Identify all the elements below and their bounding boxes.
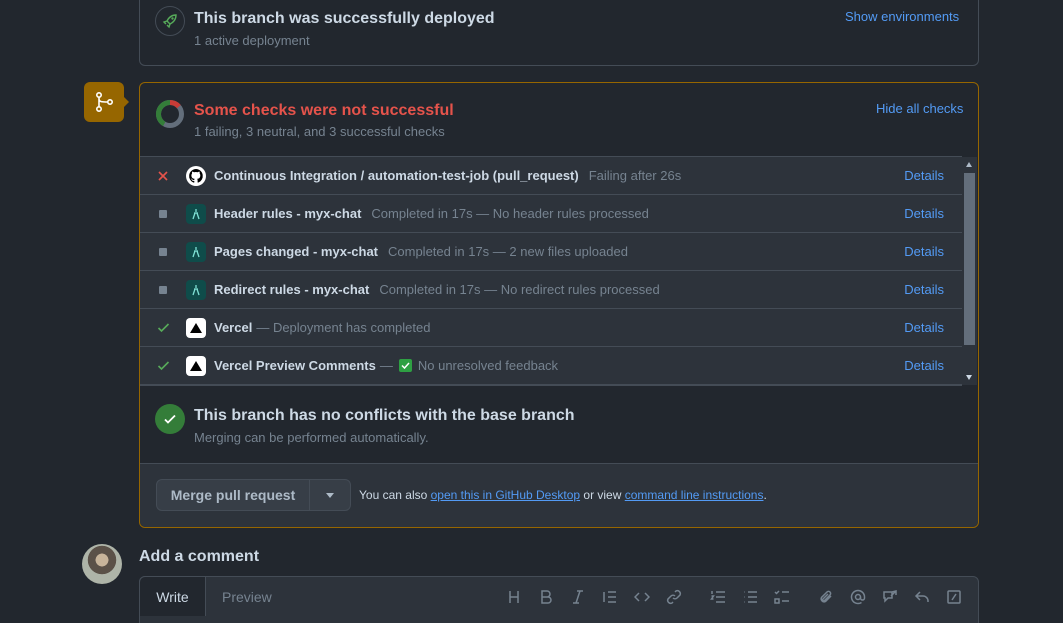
cross-reference-icon[interactable] [874, 586, 906, 608]
task-list-icon[interactable] [766, 586, 798, 608]
neutral-square-icon [140, 209, 186, 218]
check-name: Vercel Preview Comments [214, 358, 376, 373]
check-description-feedback: No unresolved feedback [417, 358, 559, 373]
ordered-list-icon[interactable] [702, 586, 734, 608]
conflicts-subtitle: Merging can be performed automatically. [194, 430, 429, 445]
check-row: Redirect rules - myx-chat Completed in 1… [140, 271, 962, 309]
heading-icon[interactable] [498, 586, 530, 608]
deployment-subtitle: 1 active deployment [194, 33, 310, 48]
scroll-up-icon[interactable] [966, 162, 972, 167]
tab-preview[interactable]: Preview [222, 589, 272, 605]
check-description: Completed in 17s — No redirect rules pro… [379, 282, 660, 297]
merge-note-mid: or view [583, 488, 622, 502]
code-icon[interactable] [626, 586, 658, 608]
cloudflare-icon [186, 279, 206, 300]
check-icon [140, 359, 186, 372]
bold-icon[interactable] [530, 586, 562, 608]
vercel-icon [186, 317, 206, 338]
check-name: Pages changed - myx-chat [214, 244, 378, 259]
avatar[interactable] [82, 544, 122, 584]
check-description: Completed in 17s — No header rules proce… [371, 206, 649, 221]
merge-note-prefix: You can also [359, 488, 428, 502]
merge-note: You can also open this in GitHub Desktop… [359, 488, 767, 502]
git-branch-icon [84, 82, 124, 122]
paperclip-icon[interactable] [810, 586, 842, 608]
merge-note-suffix: . [763, 488, 767, 502]
comment-title: Add a comment [139, 548, 260, 565]
check-row: Pages changed - myx-chat Completed in 17… [140, 233, 962, 271]
check-name: Vercel [214, 320, 253, 335]
slash-command-icon[interactable] [938, 586, 970, 608]
quote-icon[interactable] [594, 586, 626, 608]
badge-pointer [122, 95, 129, 109]
conflicts-title: This branch has no conflicts with the ba… [194, 407, 575, 424]
check-details-link[interactable]: Details [904, 282, 944, 297]
check-row: Header rules - myx-chat Completed in 17s… [140, 195, 962, 233]
scroll-down-icon[interactable] [966, 375, 972, 380]
check-name: Header rules - myx-chat [214, 206, 362, 221]
check-icon [140, 321, 186, 334]
check-details-link[interactable]: Details [904, 358, 944, 373]
neutral-square-icon [140, 247, 186, 256]
check-row: Continuous Integration / automation-test… [140, 157, 962, 195]
check-description: — Deployment has completed [256, 320, 431, 335]
check-circle-icon [155, 404, 185, 434]
tab-write[interactable]: Write [139, 576, 206, 616]
link-icon[interactable] [658, 586, 690, 608]
checks-list: Continuous Integration / automation-test… [140, 156, 962, 386]
mention-icon[interactable] [842, 586, 874, 608]
check-name: Redirect rules - myx-chat [214, 282, 370, 297]
triangle-down-icon [326, 492, 334, 498]
open-github-desktop-link[interactable]: open this in GitHub Desktop [431, 488, 580, 502]
green-checkbox-icon [398, 359, 412, 372]
markdown-toolbar [498, 586, 970, 608]
reply-icon[interactable] [906, 586, 938, 608]
deployment-title: This branch was successfully deployed [194, 10, 495, 27]
hide-all-checks-link[interactable]: Hide all checks [876, 101, 963, 116]
check-description: — [379, 358, 393, 373]
checks-subtitle: 1 failing, 3 neutral, and 3 successful c… [194, 124, 445, 139]
check-details-link[interactable]: Details [904, 206, 944, 221]
checks-donut-icon [155, 99, 185, 134]
merge-options-dropdown[interactable] [310, 480, 350, 510]
cloudflare-icon [186, 241, 206, 262]
github-icon [186, 165, 206, 186]
conflicts-section [140, 387, 978, 463]
merge-pull-request-button[interactable]: Merge pull request [157, 480, 310, 510]
cloudflare-icon [186, 203, 206, 224]
command-line-instructions-link[interactable]: command line instructions [625, 488, 764, 502]
checks-title: Some checks were not successful [194, 102, 454, 119]
merge-button-group: Merge pull request [156, 479, 351, 511]
check-name: Continuous Integration / automation-test… [214, 168, 579, 183]
check-details-link[interactable]: Details [904, 168, 944, 183]
check-row: Vercel Preview Comments — No unresolved … [140, 347, 962, 385]
rocket-icon [155, 6, 185, 36]
check-description: Completed in 17s — 2 new files uploaded [388, 244, 628, 259]
unordered-list-icon[interactable] [734, 586, 766, 608]
check-details-link[interactable]: Details [904, 320, 944, 335]
x-icon [140, 170, 186, 182]
checks-scrollbar-thumb[interactable] [964, 173, 975, 345]
show-environments-link[interactable]: Show environments [845, 9, 959, 24]
check-description: Failing after 26s [588, 168, 682, 183]
vercel-icon [186, 355, 206, 376]
check-row: Vercel — Deployment has completed Detail… [140, 309, 962, 347]
neutral-square-icon [140, 285, 186, 294]
italic-icon[interactable] [562, 586, 594, 608]
check-details-link[interactable]: Details [904, 244, 944, 259]
